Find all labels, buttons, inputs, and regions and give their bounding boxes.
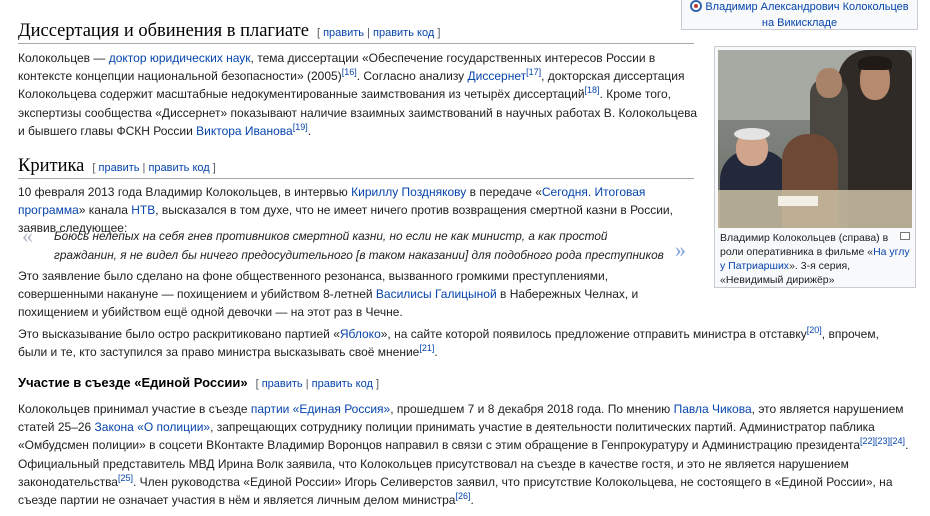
ref-18[interactable]: [18] (585, 85, 600, 95)
link-kirill-pozdnyakov[interactable]: Кириллу Позднякову (351, 185, 466, 199)
link-ntv[interactable]: НТВ (131, 203, 155, 217)
ref-25[interactable]: [25] (118, 473, 133, 483)
commons-link[interactable]: Владимир Александрович Колокольцев (705, 1, 908, 13)
edit-link[interactable]: править (99, 162, 140, 174)
paragraph-congress: Колокольцев принимал участие в съезде па… (18, 402, 909, 508)
link-dissernet[interactable]: Диссернет (468, 69, 527, 83)
ref-17[interactable]: [17] (526, 67, 541, 77)
section-dissertation-heading: Диссертация и обвинения в плагиате [ прав… (18, 20, 698, 44)
thumbnail: Владимир Колокольцев (справа) в роли опе… (714, 46, 916, 288)
link-yabloko[interactable]: Яблоко (340, 327, 381, 341)
link-pavel-chikov[interactable]: Павла Чикова (674, 402, 752, 416)
edit-code-link[interactable]: править код (373, 27, 434, 39)
ref-21[interactable]: [21] (419, 343, 434, 353)
edit-section-links: [ править | править код ] (92, 162, 216, 174)
ref-24[interactable]: [24] (890, 436, 905, 446)
edit-section-links: [ править | править код ] (316, 27, 441, 39)
section-title: Диссертация и обвинения в плагиате (18, 21, 309, 41)
link-vasilisa-galitsyna[interactable]: Василисы Галицыной (376, 287, 497, 301)
open-quote-icon: « (22, 223, 33, 248)
thumbnail-caption: Владимир Колокольцев (справа) в роли опе… (720, 232, 910, 286)
magnify-icon[interactable] (900, 232, 910, 240)
close-quote-icon: » (675, 237, 686, 262)
edit-section-links: [ править | править код ] (255, 378, 379, 390)
ref-23[interactable]: [23] (875, 436, 890, 446)
edit-link[interactable]: править (262, 378, 303, 390)
commons-link-line2[interactable]: на Викискладе (762, 17, 837, 29)
ref-22[interactable]: [22] (860, 436, 875, 446)
edit-code-link[interactable]: править код (148, 162, 209, 174)
ref-20[interactable]: [20] (807, 325, 822, 335)
film-still-image[interactable] (718, 50, 912, 228)
commons-box: Владимир Александрович Колокольцев на Ви… (681, 0, 918, 30)
ref-19[interactable]: [19] (293, 122, 308, 132)
heading-rule (18, 43, 694, 44)
section-title: Участие в съезде «Единой России» (18, 375, 248, 390)
quote-text: Боюсь нелепых на себя гнев противников с… (54, 229, 664, 262)
ref-26[interactable]: [26] (455, 491, 470, 501)
edit-link[interactable]: править (323, 27, 364, 39)
section-congress-heading: Участие в съезде «Единой России» [ правит… (18, 374, 698, 393)
edit-code-link[interactable]: править код (312, 378, 373, 390)
link-united-russia[interactable]: партии «Единая Россия» (251, 402, 390, 416)
blockquote: « Боюсь нелепых на себя гнев противников… (22, 223, 694, 265)
link-doctor-of-law[interactable]: доктор юридических наук (109, 51, 251, 65)
heading-rule (18, 178, 694, 179)
paragraph-dissertation: Колокольцев — доктор юридических наук, т… (18, 51, 698, 138)
section-title: Критика (18, 156, 85, 176)
paragraph-criticism-3: Это высказывание было остро раскритикова… (18, 325, 879, 360)
link-viktor-ivanov[interactable]: Виктора Иванова (196, 124, 293, 138)
section-criticism-heading: Критика [ править | править код ] (18, 155, 698, 179)
wikimedia-commons-icon (690, 0, 703, 12)
link-police-law[interactable]: Закона «О полиции» (95, 420, 211, 434)
paragraph-criticism-2: Это заявление было сделано на фоне общес… (18, 269, 639, 320)
ref-16[interactable]: [16] (342, 67, 357, 77)
